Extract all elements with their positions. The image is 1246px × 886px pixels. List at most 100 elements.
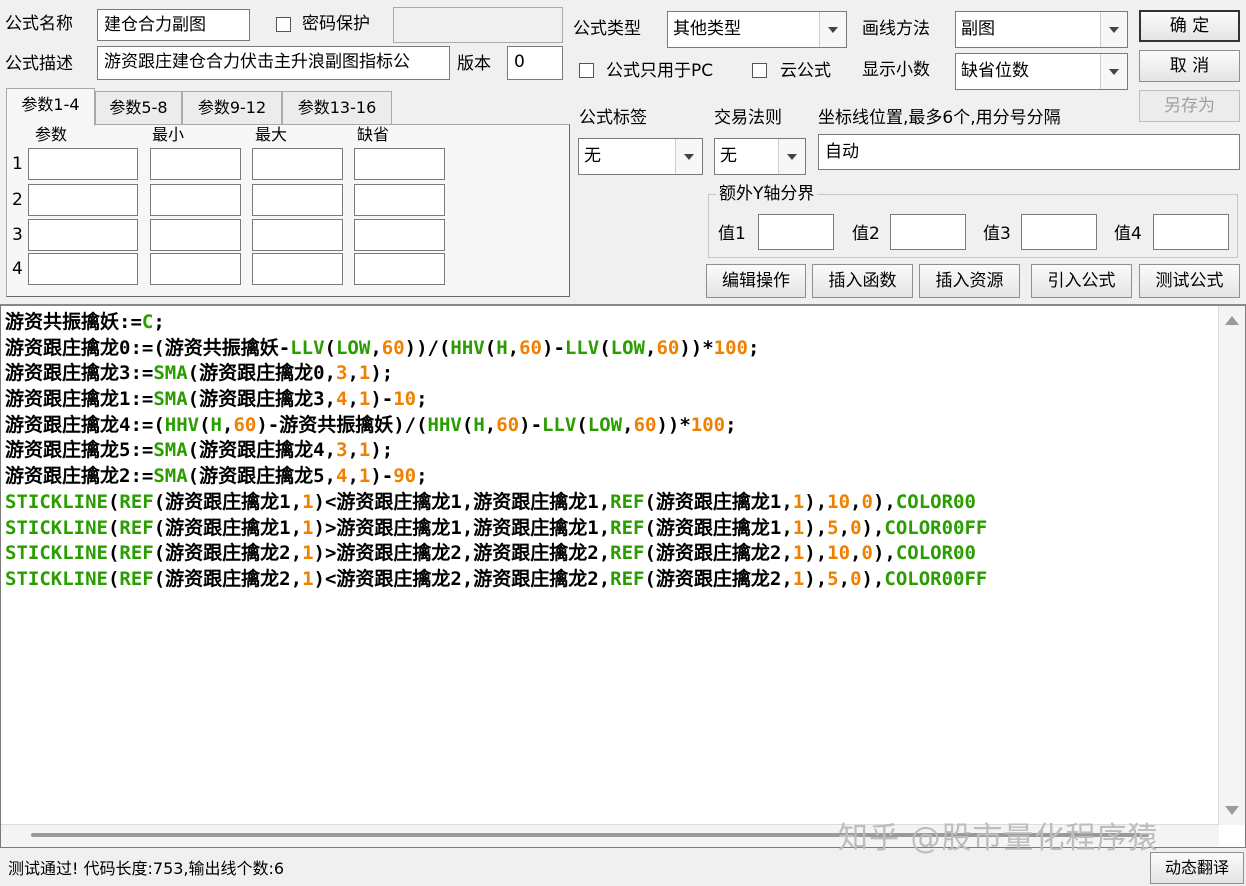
tab-params-9-12[interactable]: 参数9-12 [182, 91, 282, 124]
code-token: STICKLINE [5, 516, 108, 539]
param-4-name-input[interactable] [28, 253, 138, 285]
code-token: (游资跟庄擒龙1, [644, 516, 793, 539]
param-3-default-input[interactable] [354, 219, 445, 251]
code-token: 4 [335, 388, 348, 411]
dropdown-arrow-icon[interactable] [819, 12, 846, 47]
code-token: 5 [827, 567, 839, 590]
draw-method-label: 画线方法 [862, 19, 930, 39]
cloud-formula-checkbox[interactable] [752, 63, 767, 78]
insert-function-button[interactable]: 插入函数 [812, 264, 913, 298]
code-token: 0 [850, 567, 862, 590]
dropdown-arrow-icon[interactable] [1100, 54, 1127, 89]
code-token: , [850, 490, 862, 513]
code-token: COLOR00FF [884, 516, 988, 539]
password-checkbox[interactable] [276, 17, 291, 32]
insert-resource-button[interactable]: 插入资源 [919, 264, 1020, 298]
code-line: STICKLINE(REF(游资跟庄擒龙2,1)>游资跟庄擒龙2,游资跟庄擒龙2… [5, 541, 1219, 567]
code-token: (游资跟庄擒龙1, [153, 490, 303, 513]
draw-method-select[interactable]: 副图 [955, 11, 1128, 48]
code-token: , [347, 465, 359, 488]
code-token: SMA [153, 439, 188, 462]
value3-input[interactable] [1021, 214, 1097, 250]
formula-name-input[interactable]: 建仓合力副图 [97, 9, 250, 41]
code-token: SMA [153, 465, 188, 488]
code-token: 游资跟庄擒龙4:=( [5, 413, 165, 436]
vertical-scrollbar[interactable] [1218, 306, 1245, 825]
code-token: REF [610, 490, 645, 513]
scroll-up-icon[interactable] [1225, 316, 1239, 325]
save-as-button[interactable]: 另存为 [1139, 90, 1240, 122]
trade-rule-label: 交易法则 [714, 108, 782, 128]
trade-rule-value: 无 [720, 146, 737, 166]
edit-operations-button[interactable]: 编辑操作 [706, 264, 806, 298]
value1-input[interactable] [758, 214, 834, 250]
code-token: 0 [861, 490, 873, 513]
code-line: 游资共振擒妖:=C; [5, 310, 1219, 336]
dropdown-arrow-icon[interactable] [675, 139, 702, 174]
code-line: STICKLINE(REF(游资跟庄擒龙1,1)>游资跟庄擒龙1,游资跟庄擒龙1… [5, 516, 1219, 542]
param-2-name-input[interactable] [28, 184, 138, 216]
param-3-max-input[interactable] [252, 219, 343, 251]
formula-type-label: 公式类型 [573, 19, 641, 39]
param-1-max-input[interactable] [252, 148, 343, 180]
code-token: REF [610, 542, 645, 565]
code-token: REF [610, 567, 645, 590]
code-editor[interactable]: 游资共振擒妖:=C; 游资跟庄擒龙0:=(游资共振擒妖-LLV(LOW,60))/… [0, 304, 1246, 848]
import-formula-button[interactable]: 引入公式 [1031, 264, 1132, 298]
param-2-default-input[interactable] [354, 184, 445, 216]
value4-input[interactable] [1153, 214, 1229, 250]
code-text-area[interactable]: 游资共振擒妖:=C; 游资跟庄擒龙0:=(游资共振擒妖-LLV(LOW,60))/… [5, 310, 1219, 823]
axis-position-input[interactable]: 自动 [818, 134, 1240, 170]
code-token: )- [542, 336, 565, 359]
dynamic-translate-button[interactable]: 动态翻译 [1150, 852, 1244, 884]
code-token: ), [872, 542, 896, 565]
code-token: ( [461, 413, 474, 436]
test-formula-button[interactable]: 测试公式 [1139, 264, 1240, 298]
password-input[interactable] [393, 7, 563, 43]
param-header-max: 最大 [255, 125, 288, 144]
code-token: HHV [164, 413, 200, 436]
param-1-min-input[interactable] [150, 148, 241, 180]
code-token: 10 [827, 490, 851, 513]
code-token: 1 [302, 542, 314, 565]
code-token: ), [804, 490, 828, 513]
code-token: REF [119, 567, 154, 590]
param-4-min-input[interactable] [150, 253, 241, 285]
code-token: (游资跟庄擒龙1, [644, 490, 793, 513]
param-4-max-input[interactable] [252, 253, 343, 285]
formula-desc-input[interactable]: 游资跟庄建仓合力伏击主升浪副图指标公 [97, 46, 450, 80]
ok-button[interactable]: 确 定 [1139, 10, 1240, 42]
param-3-min-input[interactable] [150, 219, 241, 251]
code-token: )<游资跟庄擒龙1,游资跟庄擒龙1, [313, 490, 611, 513]
param-1-name-input[interactable] [28, 148, 138, 180]
code-line: 游资跟庄擒龙0:=(游资共振擒妖-LLV(LOW,60))/(HHV(H,60)… [5, 336, 1219, 362]
decimal-select[interactable]: 缺省位数 [955, 53, 1128, 90]
param-1-default-input[interactable] [354, 148, 445, 180]
code-token: 3 [335, 439, 348, 462]
param-header-min: 最小 [152, 125, 185, 144]
pc-only-checkbox[interactable] [579, 63, 594, 78]
code-token: ; [416, 388, 428, 411]
dropdown-arrow-icon[interactable] [1100, 12, 1127, 47]
cancel-button[interactable]: 取 消 [1139, 50, 1240, 82]
code-token: 游资跟庄擒龙3:= [5, 362, 154, 385]
param-3-name-input[interactable] [28, 219, 138, 251]
dropdown-arrow-icon[interactable] [778, 139, 805, 174]
code-token: ( [599, 336, 611, 359]
trade-rule-select[interactable]: 无 [714, 138, 806, 175]
value2-input[interactable] [890, 214, 966, 250]
tab-params-5-8[interactable]: 参数5-8 [95, 91, 182, 124]
param-2-min-input[interactable] [150, 184, 241, 216]
tab-params-1-4[interactable]: 参数1-4 [6, 88, 95, 126]
formula-tag-select[interactable]: 无 [578, 138, 703, 175]
code-token: (游资跟庄擒龙2, [644, 542, 793, 565]
code-token: )-游资共振擒妖)/( [256, 413, 428, 436]
scroll-down-icon[interactable] [1225, 806, 1239, 815]
param-4-default-input[interactable] [354, 253, 445, 285]
code-token: STICKLINE [5, 542, 108, 565]
version-input[interactable]: 0 [507, 46, 563, 80]
param-2-max-input[interactable] [252, 184, 343, 216]
tab-params-13-16[interactable]: 参数13-16 [282, 91, 392, 124]
formula-type-select[interactable]: 其他类型 [667, 11, 847, 48]
code-token: H [210, 413, 222, 436]
